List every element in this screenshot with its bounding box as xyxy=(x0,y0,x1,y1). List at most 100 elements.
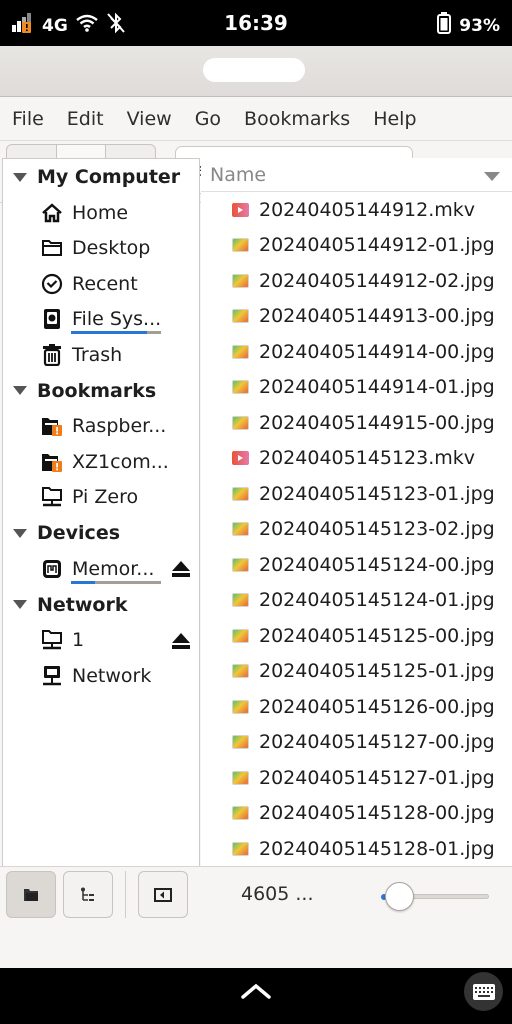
sidebar-item-network-share[interactable]: 1 xyxy=(3,623,199,659)
file-name: 20240405145126-00.jpg xyxy=(259,695,495,718)
section-title: Network xyxy=(37,593,128,616)
image-file-icon xyxy=(232,273,249,288)
network-icon xyxy=(40,664,64,688)
sidebar-item-label: Memor... xyxy=(72,557,155,580)
section-network[interactable]: Network xyxy=(3,587,199,623)
folder-warning-icon xyxy=(40,414,64,438)
expander-icon xyxy=(13,172,27,182)
separator xyxy=(125,871,126,918)
section-bookmarks[interactable]: Bookmarks xyxy=(3,373,199,409)
toggle-sidebar-button[interactable] xyxy=(138,871,188,918)
battery-icon xyxy=(437,12,452,39)
section-devices[interactable]: Devices xyxy=(3,515,199,551)
image-file-icon xyxy=(232,344,249,359)
file-name: 20240405144913-00.jpg xyxy=(259,305,495,328)
file-name: 20240405145127-00.jpg xyxy=(259,731,495,754)
menu-edit[interactable]: Edit xyxy=(67,108,104,130)
keyboard-button[interactable] xyxy=(464,972,503,1011)
menu-bookmarks[interactable]: Bookmarks xyxy=(244,108,350,130)
menu-help[interactable]: Help xyxy=(373,108,416,130)
tree-view-button[interactable] xyxy=(63,871,113,918)
image-file-icon xyxy=(232,486,249,501)
sidebar-item-label: 1 xyxy=(72,629,85,652)
sidebar-item-label: Raspber... xyxy=(72,415,167,438)
file-name: 20240405145128-01.jpg xyxy=(259,837,495,860)
file-row[interactable]: 20240405144914-00.jpg xyxy=(201,334,512,370)
section-title: Devices xyxy=(37,522,121,544)
file-row[interactable]: 20240405144912-01.jpg xyxy=(201,228,512,264)
file-name: 20240405145125-01.jpg xyxy=(259,660,495,683)
file-row[interactable]: 20240405144912-02.jpg xyxy=(201,263,512,299)
file-row[interactable]: 20240405145124-00.jpg xyxy=(201,547,512,583)
file-row[interactable]: 20240405145123-01.jpg xyxy=(201,476,512,512)
menu-bar: File Edit View Go Bookmarks Help xyxy=(0,97,512,141)
sidebar-item-label: Trash xyxy=(72,343,123,366)
network-folder-icon xyxy=(40,628,64,652)
file-row[interactable]: 20240405145123-02.jpg xyxy=(201,512,512,548)
status-bar: 4G 16:39 93% xyxy=(0,0,512,46)
sidebar-item-bookmark[interactable]: XZ1com... xyxy=(3,444,199,480)
menu-go[interactable]: Go xyxy=(195,108,221,130)
sidebar-item-memory-card[interactable]: Memor... xyxy=(3,551,199,587)
file-row[interactable]: 20240405145128-01.jpg xyxy=(201,831,512,867)
places-view-button[interactable] xyxy=(6,871,56,918)
file-name: 20240405144912-01.jpg xyxy=(259,234,495,257)
file-row[interactable]: 20240405145127-01.jpg xyxy=(201,760,512,796)
sidebar-item-desktop[interactable]: Desktop xyxy=(3,231,199,267)
section-title: My Computer xyxy=(37,166,181,188)
sidebar-item-label: Desktop xyxy=(72,237,151,260)
file-row[interactable]: 20240405144912.mkv xyxy=(201,192,512,228)
disk-usage-bar xyxy=(71,580,161,584)
sidebar-item-home[interactable]: Home xyxy=(3,195,199,231)
file-row[interactable]: 20240405145128-00.jpg xyxy=(201,796,512,832)
sidebar-item-trash[interactable]: Trash xyxy=(3,337,199,373)
video-file-icon xyxy=(232,451,249,466)
column-header-name[interactable]: Name xyxy=(201,158,512,192)
sidebar-item-recent[interactable]: Recent xyxy=(3,266,199,302)
image-file-icon xyxy=(232,735,249,750)
folder-icon xyxy=(40,236,64,260)
file-row[interactable]: 20240405145124-01.jpg xyxy=(201,583,512,619)
image-file-icon xyxy=(232,841,249,856)
section-my-computer[interactable]: My Computer xyxy=(3,159,199,195)
file-name: 20240405145123-01.jpg xyxy=(259,482,495,505)
sort-descending-icon xyxy=(484,172,500,181)
image-file-icon xyxy=(232,557,249,572)
sidebar-item-label: Home xyxy=(72,201,129,224)
sidebar-item-file-system[interactable]: File Sys... xyxy=(3,302,199,338)
menu-view[interactable]: View xyxy=(127,108,172,130)
sidebar-item-label: Pi Zero xyxy=(72,486,139,509)
expander-icon xyxy=(13,528,27,538)
sidebar-item-network[interactable]: Network xyxy=(3,658,199,694)
expander-icon xyxy=(13,600,27,609)
eject-icon[interactable] xyxy=(171,560,191,583)
column-header-label: Name xyxy=(210,163,267,186)
battery-percent: 93% xyxy=(459,15,500,36)
file-row[interactable]: 20240405145123.mkv xyxy=(201,441,512,477)
chevron-up-icon[interactable] xyxy=(240,982,272,1004)
item-count: 4605 ... xyxy=(241,883,314,905)
image-file-icon xyxy=(232,628,249,643)
file-row[interactable]: 20240405145125-00.jpg xyxy=(201,618,512,654)
file-name: 20240405145124-01.jpg xyxy=(259,589,495,612)
file-row[interactable]: 20240405144915-00.jpg xyxy=(201,405,512,441)
file-row[interactable]: 20240405145126-00.jpg xyxy=(201,689,512,725)
file-name: 20240405144912-02.jpg xyxy=(259,269,495,292)
sidebar-item-label: XZ1com... xyxy=(72,450,169,473)
image-file-icon xyxy=(232,699,249,714)
clock: 16:39 xyxy=(224,11,288,35)
sidebar-item-bookmark[interactable]: Pi Zero xyxy=(3,480,199,516)
file-list: Name 20240405144912.mkv 20240405144912-01… xyxy=(201,158,512,868)
sidebar-item-label: File Sys... xyxy=(72,308,162,331)
file-name: 20240405145128-00.jpg xyxy=(259,802,495,825)
file-row[interactable]: 20240405145125-01.jpg xyxy=(201,654,512,690)
file-row[interactable]: 20240405144914-01.jpg xyxy=(201,370,512,406)
zoom-slider-handle[interactable] xyxy=(385,882,414,911)
image-file-icon xyxy=(232,415,249,430)
eject-icon[interactable] xyxy=(171,632,191,655)
file-row[interactable]: 20240405145127-00.jpg xyxy=(201,725,512,761)
file-row[interactable]: 20240405144913-00.jpg xyxy=(201,299,512,335)
sidebar-item-bookmark[interactable]: Raspber... xyxy=(3,409,199,445)
places-icon xyxy=(24,888,38,901)
menu-file[interactable]: File xyxy=(12,108,44,130)
